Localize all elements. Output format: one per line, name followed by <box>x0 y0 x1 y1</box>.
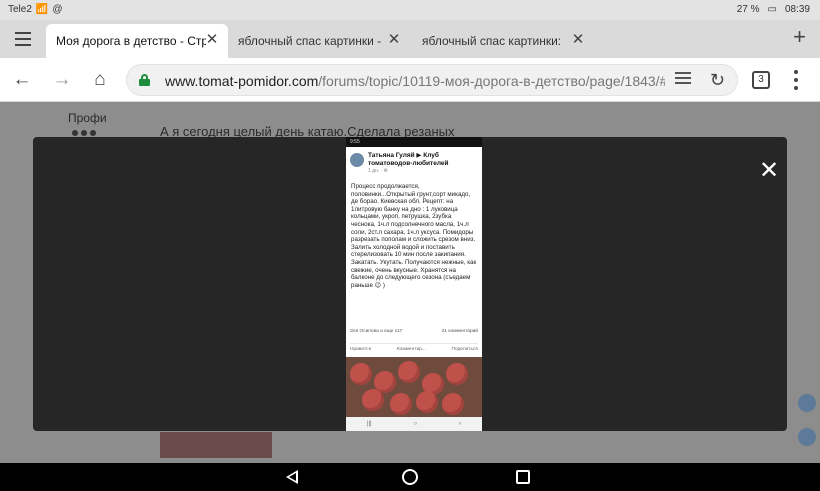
post-author: Татьяна Гуляй ▶ Клуб томатоводов-любител… <box>368 152 449 167</box>
email-icon: @ <box>52 4 63 15</box>
tomato-jars-photo <box>346 357 482 417</box>
tab-title: яблочный спас картинки - <box>238 34 382 48</box>
post-body-text: Процесс продолжается, половинки...Открыт… <box>351 183 477 289</box>
post-image-thumbnail <box>160 432 272 458</box>
reload-icon[interactable]: ↻ <box>710 70 725 91</box>
reader-mode-icon[interactable] <box>675 72 691 88</box>
phone-nav-bar: ||| ○ ‹ <box>346 417 482 431</box>
home-icon[interactable]: ⌂ <box>88 68 112 92</box>
system-home-icon[interactable] <box>402 469 418 485</box>
battery-icon: ▭ <box>767 4 777 15</box>
url-text[interactable]: www.tomat-pomidor.com/forums/topic/10119… <box>165 73 665 89</box>
forward-arrow-icon[interactable]: → <box>50 68 74 92</box>
user-rank-label: Профи <box>68 111 107 125</box>
image-lightbox: 9:55 Татьяна Гуляй ▶ Клуб томатоводов-лю… <box>33 137 787 431</box>
post-body: Процесс продолжается, половинки...Открыт… <box>346 179 482 289</box>
tab-3[interactable]: яблочный спас картинки: ✕ <box>412 24 594 58</box>
close-lightbox-icon[interactable]: ✕ <box>759 159 779 183</box>
comment-action: Комментир... <box>396 347 426 352</box>
like-action: Нравится <box>350 347 372 352</box>
post-meta: 1 дн. · ⚙ <box>368 168 389 174</box>
post-actions: Нравится Комментир... Поделиться <box>350 343 478 352</box>
carrier-label: Tele2 <box>8 4 32 15</box>
share-action: Поделиться <box>451 347 479 352</box>
address-bar[interactable]: www.tomat-pomidor.com/forums/topic/10119… <box>126 64 738 96</box>
status-bar: Tele2 📶 @ 27 % ▭ 08:39 <box>0 0 820 20</box>
close-tab-icon[interactable]: ✕ <box>570 32 586 48</box>
tab-2[interactable]: яблочный спас картинки - ✕ <box>228 24 410 58</box>
more-menu-icon[interactable] <box>792 70 800 90</box>
avatar <box>350 153 364 167</box>
post-stats: Зоя Осипова и еще 117 21 комментарий <box>350 329 478 334</box>
close-tab-icon[interactable]: ✕ <box>386 32 402 48</box>
system-back-icon[interactable] <box>286 470 298 484</box>
scroll-down-icon[interactable] <box>798 428 816 446</box>
battery-label: 27 % <box>736 4 760 15</box>
rank-dots-icon <box>72 130 96 136</box>
phone-status-bar: 9:55 <box>346 137 482 147</box>
comments-count: 21 комментарий <box>441 329 478 334</box>
system-nav-bar <box>0 463 820 491</box>
clock: 08:39 <box>784 4 810 15</box>
browser-toolbar: ← → ⌂ www.tomat-pomidor.com/forums/topic… <box>0 58 820 102</box>
tab-switcher-button[interactable]: 3 <box>752 71 770 89</box>
system-recents-icon[interactable] <box>516 470 530 484</box>
back-chevron-icon: ‹ <box>459 421 462 427</box>
tab-title: яблочный спас картинки: <box>422 34 562 48</box>
lock-icon <box>139 74 150 86</box>
home-circle-icon: ○ <box>413 421 418 427</box>
hamburger-menu-icon[interactable] <box>10 28 36 50</box>
recents-icon: ||| <box>366 421 372 427</box>
tab-1[interactable]: Моя дорога в детство - Стр ✕ <box>46 24 228 58</box>
reactions-count: Зоя Осипова и еще 117 <box>350 329 403 334</box>
signal-icon: 📶 <box>35 4 49 15</box>
back-arrow-icon[interactable]: ← <box>10 68 34 92</box>
tab-strip: Моя дорога в детство - Стр ✕ яблочный сп… <box>0 20 820 58</box>
screenshot-image: 9:55 Татьяна Гуляй ▶ Клуб томатоводов-лю… <box>346 137 482 431</box>
scroll-up-icon[interactable] <box>798 394 816 412</box>
post-header: Татьяна Гуляй ▶ Клуб томатоводов-любител… <box>346 147 482 179</box>
tab-title: Моя дорога в детство - Стр <box>56 34 206 48</box>
close-tab-icon[interactable]: ✕ <box>204 32 220 48</box>
new-tab-icon[interactable]: + <box>793 26 806 48</box>
